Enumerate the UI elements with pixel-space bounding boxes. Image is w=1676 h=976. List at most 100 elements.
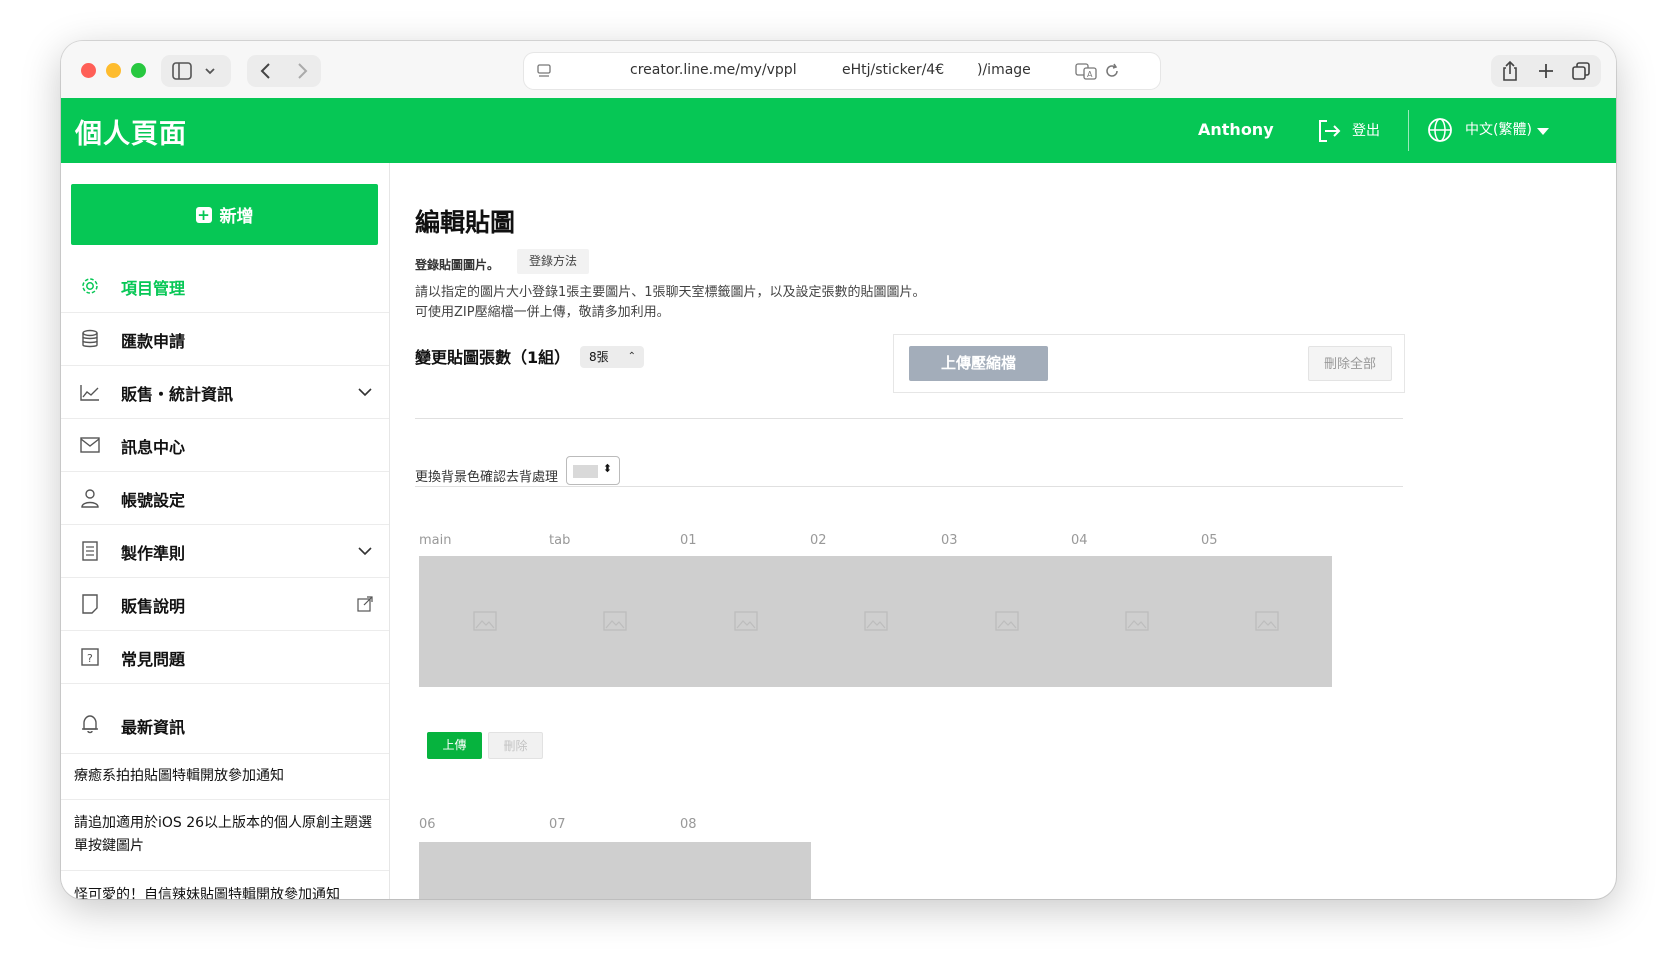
bg-color-label: 更換背景色確認去背處理 bbox=[415, 470, 559, 485]
tab-overview-icon[interactable] bbox=[1571, 61, 1591, 81]
news-item[interactable]: 怪可愛的！自信辣妹貼圖特輯開放參加通知 bbox=[61, 871, 389, 899]
upload-zip-button[interactable]: 上傳壓縮檔 bbox=[909, 346, 1048, 381]
sidebar-item-label: 製作準則 bbox=[121, 544, 186, 563]
image-placeholder-icon bbox=[734, 611, 758, 631]
sidebar-item-label: 匯款申請 bbox=[121, 332, 186, 351]
sticker-count-value: 8張 bbox=[589, 350, 609, 364]
sidebar-item-label: 常見問題 bbox=[121, 650, 186, 669]
image-placeholder-icon bbox=[473, 611, 497, 631]
chart-icon bbox=[80, 385, 99, 401]
sticker-tile-08[interactable] bbox=[680, 842, 811, 899]
image-placeholder-icon bbox=[1255, 611, 1279, 631]
delete-button[interactable]: 刪除 bbox=[488, 732, 543, 759]
forward-icon[interactable] bbox=[295, 62, 309, 80]
question-icon: ? bbox=[81, 648, 99, 666]
image-placeholder-icon bbox=[995, 611, 1019, 631]
editor-title: 編輯貼圖 bbox=[415, 208, 516, 237]
external-link-icon[interactable] bbox=[357, 596, 373, 612]
sidebar-item-label: 訊息中心 bbox=[121, 438, 186, 457]
news-item[interactable]: 請追加適用於iOS 26以上版本的個人原創主題選單按鍵圖片 bbox=[61, 800, 389, 871]
image-placeholder-icon bbox=[864, 611, 888, 631]
svg-text:A: A bbox=[1087, 70, 1093, 79]
tile-label-01: 01 bbox=[680, 533, 697, 548]
sticker-tile-07[interactable] bbox=[549, 842, 680, 899]
logout-link[interactable]: 登出 bbox=[1352, 120, 1380, 140]
minimize-window-button[interactable] bbox=[106, 63, 121, 78]
sticker-count-select[interactable]: 8張 ⌃ bbox=[580, 346, 644, 368]
add-new-button[interactable]: + 新增 bbox=[71, 184, 378, 245]
delete-all-button[interactable]: 刪除全部 bbox=[1308, 346, 1392, 381]
gear-icon bbox=[82, 278, 98, 294]
new-tab-icon[interactable] bbox=[1537, 62, 1555, 80]
close-window-button[interactable] bbox=[81, 63, 96, 78]
description-line: 請以指定的圖片大小登錄1張主要圖片、1張聊天室標籤圖片，以及設定張數的貼圖圖片。 bbox=[415, 285, 926, 300]
sidebar-item-guidelines[interactable]: 製作準則 bbox=[61, 525, 389, 578]
page-settings-icon[interactable] bbox=[536, 63, 552, 79]
sidebar-item-remittance[interactable]: 匯款申請 bbox=[61, 313, 389, 366]
back-icon[interactable] bbox=[259, 62, 273, 80]
updown-icon: ⌃ bbox=[627, 351, 636, 362]
sidebar-item-news[interactable]: 最新資訊 bbox=[61, 693, 389, 754]
page-icon bbox=[82, 594, 98, 614]
caret-down-icon[interactable] bbox=[1537, 128, 1549, 135]
sticker-tile-05[interactable] bbox=[1201, 556, 1332, 687]
history-nav bbox=[247, 55, 321, 87]
sticker-tile-01[interactable] bbox=[680, 556, 811, 687]
share-icon[interactable] bbox=[1501, 60, 1519, 82]
sticker-tile-main[interactable] bbox=[419, 556, 550, 687]
sticker-tile-06[interactable] bbox=[419, 842, 550, 899]
sidebar-toggle-button[interactable] bbox=[161, 55, 231, 87]
tile-label-08: 08 bbox=[680, 817, 697, 832]
image-placeholder-icon bbox=[1125, 611, 1149, 631]
sticker-tile-02[interactable] bbox=[810, 556, 941, 687]
sidebar-item-message-center[interactable]: 訊息中心 bbox=[61, 419, 389, 472]
chevron-down-icon[interactable] bbox=[357, 543, 373, 559]
username: Anthony bbox=[1198, 120, 1274, 139]
news-item-text: 怪可愛的！自信辣妹貼圖特輯開放參加通知 bbox=[74, 887, 340, 899]
howto-button[interactable]: 登錄方法 bbox=[517, 249, 590, 274]
bg-color-select[interactable]: ⬍ bbox=[566, 456, 620, 485]
logout-icon[interactable] bbox=[1316, 118, 1342, 144]
chevron-down-icon bbox=[205, 68, 215, 75]
sidebar-item-sales-guide[interactable]: 販售說明 bbox=[61, 578, 389, 631]
sticker-tile-tab[interactable] bbox=[549, 556, 680, 687]
svg-text:?: ? bbox=[87, 652, 93, 665]
news-item-text: 請追加適用於iOS 26以上版本的個人原創主題選單按鍵圖片 bbox=[74, 815, 373, 854]
sidebar-item-label: 帳號設定 bbox=[121, 491, 186, 510]
tile-label-02: 02 bbox=[810, 533, 827, 548]
tile-label-06: 06 bbox=[419, 817, 436, 832]
tile-label-04: 04 bbox=[1071, 533, 1088, 548]
mail-icon bbox=[80, 437, 100, 453]
sidebar: + 新增 項目管理 匯款申請 販售・統計資訊 訊息中心 帳號設定 製作準則 販售… bbox=[61, 163, 390, 899]
globe-icon[interactable] bbox=[1427, 117, 1453, 143]
sidebar-item-sales-stats[interactable]: 販售・統計資訊 bbox=[61, 366, 389, 419]
document-icon bbox=[82, 541, 98, 561]
header-divider bbox=[1408, 110, 1409, 151]
sticker-tile-04[interactable] bbox=[1071, 556, 1202, 687]
sidebar-item-account-settings[interactable]: 帳號設定 bbox=[61, 472, 389, 525]
database-icon bbox=[82, 329, 98, 348]
translate-icon[interactable]: A bbox=[1075, 62, 1097, 80]
reload-icon[interactable] bbox=[1104, 63, 1120, 79]
upload-button[interactable]: 上傳 bbox=[427, 732, 482, 759]
register-label: 登錄貼圖圖片。 bbox=[415, 258, 500, 272]
chevron-down-icon[interactable] bbox=[357, 384, 373, 400]
page-title[interactable]: 個人頁面 bbox=[75, 112, 187, 151]
address-bar[interactable]: creator.line.me/my/vppl eHtj/sticker/4€ … bbox=[524, 53, 1160, 89]
tile-label-tab: tab bbox=[549, 533, 571, 548]
url-text-1: creator.line.me/my/vppl bbox=[630, 62, 797, 78]
sidebar-item-faq[interactable]: ? 常見問題 bbox=[61, 631, 389, 684]
sidebar-item-project-management[interactable]: 項目管理 bbox=[61, 260, 389, 313]
bell-icon bbox=[82, 715, 98, 734]
sticker-tile-03[interactable] bbox=[941, 556, 1072, 687]
language-selector[interactable]: 中文(繁體) bbox=[1465, 119, 1532, 139]
tile-label-07: 07 bbox=[549, 817, 566, 832]
browser-window: creator.line.me/my/vppl eHtj/sticker/4€ … bbox=[61, 41, 1616, 899]
url-text-3: )/image bbox=[977, 62, 1031, 78]
divider bbox=[415, 418, 1403, 419]
site-header: 個人頁面 Anthony 登出 中文(繁體) bbox=[61, 98, 1616, 163]
sidebar-item-label: 販售・統計資訊 bbox=[121, 385, 234, 404]
divider bbox=[415, 486, 1403, 487]
news-item[interactable]: 療癒系拍拍貼圖特輯開放參加通知 bbox=[61, 754, 389, 800]
zoom-window-button[interactable] bbox=[131, 63, 146, 78]
